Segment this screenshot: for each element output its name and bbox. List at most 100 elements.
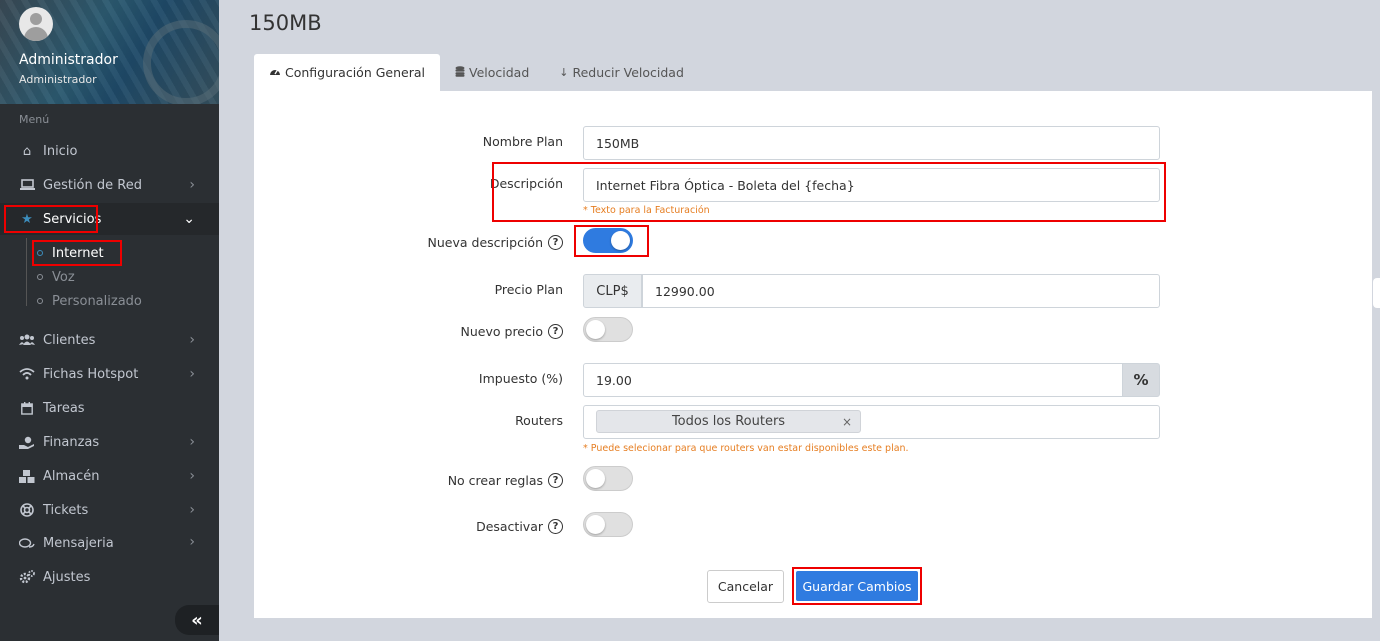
routers-hint: * Puede selecionar para que routers van … <box>583 443 909 454</box>
wifi-icon <box>19 366 35 382</box>
desactivar-toggle[interactable] <box>583 512 633 537</box>
cogs-icon <box>19 569 35 585</box>
sidebar-item-ajustes[interactable]: Ajustes <box>0 561 219 593</box>
boxes-icon <box>19 468 35 484</box>
avatar[interactable] <box>19 7 53 41</box>
sidebar-subitem-personalizado[interactable]: Personalizado <box>37 290 142 312</box>
sidebar-item-clientes[interactable]: Clientes › <box>0 324 219 356</box>
remove-chip-icon[interactable]: × <box>842 415 852 429</box>
highlight-save <box>792 567 922 605</box>
sidebar-item-tareas[interactable]: Tareas <box>0 392 219 424</box>
chevron-right-icon: › <box>189 332 195 348</box>
menu-header: Menú <box>19 113 50 126</box>
no-crear-reglas-toggle[interactable] <box>583 466 633 491</box>
arrow-down-icon: ↓ <box>559 66 569 79</box>
chevron-right-icon: › <box>189 534 195 550</box>
tab-label: Reducir Velocidad <box>572 65 684 80</box>
submenu-line <box>26 238 27 306</box>
sidebar-item-fichas-hotspot[interactable]: Fichas Hotspot › <box>0 358 219 390</box>
sidebar-item-inicio[interactable]: ⌂ Inicio <box>0 135 219 167</box>
sidebar: Administrador Administrador Menú ⌂ Inici… <box>0 0 219 641</box>
no-crear-reglas-label: No crear reglas ? <box>448 473 563 488</box>
highlight-internet <box>32 240 122 266</box>
question-circle-icon[interactable]: ? <box>548 324 563 339</box>
users-icon <box>19 332 35 348</box>
sidebar-item-label: Inicio <box>43 143 78 159</box>
cancel-button[interactable]: Cancelar <box>707 570 784 603</box>
sidebar-item-label: Mensajeria <box>43 536 114 551</box>
currency-addon: CLP$ <box>583 274 642 308</box>
nuevo-precio-label: Nuevo precio ? <box>461 324 563 339</box>
lifebuoy-icon <box>19 502 35 518</box>
sidebar-item-almacen[interactable]: Almacén › <box>0 460 219 492</box>
tab-bar: Configuración General Velocidad ↓ Reduci… <box>254 54 699 91</box>
side-panel-handle[interactable] <box>1373 278 1380 308</box>
sidebar-item-label: Tickets <box>43 502 89 518</box>
sidebar-subitem-voz[interactable]: Voz <box>37 266 75 288</box>
nueva-descripcion-label-text: Nueva descripción <box>427 235 543 250</box>
nuevo-precio-toggle[interactable] <box>583 317 633 342</box>
toggle-knob <box>586 320 605 339</box>
routers-label: Routers <box>515 413 563 428</box>
tab-reducir-velocidad[interactable]: ↓ Reducir Velocidad <box>544 54 699 91</box>
sidebar-subitem-label: Voz <box>52 269 75 285</box>
user-name[interactable]: Administrador <box>19 52 118 68</box>
chevron-right-icon: › <box>189 177 195 193</box>
money-hand-icon <box>19 434 35 450</box>
nombre-plan-label: Nombre Plan <box>482 134 563 149</box>
nuevo-precio-label-text: Nuevo precio <box>460 324 543 339</box>
question-circle-icon[interactable]: ? <box>548 473 563 488</box>
sidebar-item-label: Almacén <box>43 468 100 484</box>
calendar-icon <box>19 400 35 416</box>
laptop-icon <box>19 177 35 193</box>
user-panel: Administrador Administrador <box>0 0 219 104</box>
toggle-knob <box>586 515 605 534</box>
chevron-right-icon: › <box>189 434 195 450</box>
circle-icon <box>37 298 43 304</box>
nueva-descripcion-label: Nueva descripción ? <box>428 235 563 250</box>
precio-plan-input[interactable]: 12990.00 <box>642 274 1160 308</box>
impuesto-label: Impuesto (%) <box>478 371 563 386</box>
sidebar-item-label: Finanzas <box>43 434 100 450</box>
chevron-right-icon: › <box>189 468 195 484</box>
sidebar-item-label: Clientes <box>43 332 96 348</box>
highlight-nueva-descripcion <box>574 225 649 257</box>
sidebar-item-mensajeria[interactable]: Mensajeria › <box>0 528 219 552</box>
tab-velocidad[interactable]: Velocidad <box>440 54 544 91</box>
database-icon <box>455 65 465 80</box>
sidebar-subitem-label: Personalizado <box>52 293 142 309</box>
tachometer-icon <box>269 66 281 79</box>
highlight-descripcion <box>492 162 1166 222</box>
page-title: 150MB <box>249 11 322 35</box>
sidebar-item-label: Fichas Hotspot <box>43 366 139 382</box>
chat-icon <box>19 536 35 552</box>
desactivar-label-text: Desactivar <box>476 519 543 534</box>
question-circle-icon[interactable]: ? <box>548 519 563 534</box>
tab-label: Configuración General <box>285 65 425 80</box>
sidebar-item-label: Tareas <box>43 400 85 416</box>
circle-icon <box>37 274 43 280</box>
sidebar-item-finanzas[interactable]: Finanzas › <box>0 426 219 458</box>
chevron-down-icon: ⌄ <box>183 211 195 227</box>
router-chip: Todos los Routers × <box>596 410 861 433</box>
sidebar-item-tickets[interactable]: Tickets › <box>0 494 219 526</box>
sidebar-item-gestion-de-red[interactable]: Gestión de Red › <box>0 169 219 201</box>
tab-configuracion-general[interactable]: Configuración General <box>254 54 440 91</box>
no-crear-reglas-label-text: No crear reglas <box>447 473 543 488</box>
router-chip-label: Todos los Routers <box>671 414 786 429</box>
sidebar-item-label: Gestión de Red <box>43 177 142 193</box>
user-role: Administrador <box>19 73 97 86</box>
highlight-servicios <box>4 205 98 233</box>
impuesto-input[interactable]: 19.00 <box>583 363 1123 397</box>
nombre-plan-input[interactable]: 150MB <box>583 126 1160 160</box>
home-icon: ⌂ <box>22 143 32 159</box>
collapse-sidebar-button[interactable]: « <box>175 605 219 635</box>
percent-addon: % <box>1122 363 1160 397</box>
toggle-knob <box>586 469 605 488</box>
tab-label: Velocidad <box>468 65 530 80</box>
chevron-right-icon: › <box>189 366 195 382</box>
question-circle-icon[interactable]: ? <box>548 235 563 250</box>
desactivar-label: Desactivar ? <box>476 519 563 534</box>
chevron-right-icon: › <box>189 502 195 518</box>
precio-plan-label: Precio Plan <box>494 282 563 297</box>
